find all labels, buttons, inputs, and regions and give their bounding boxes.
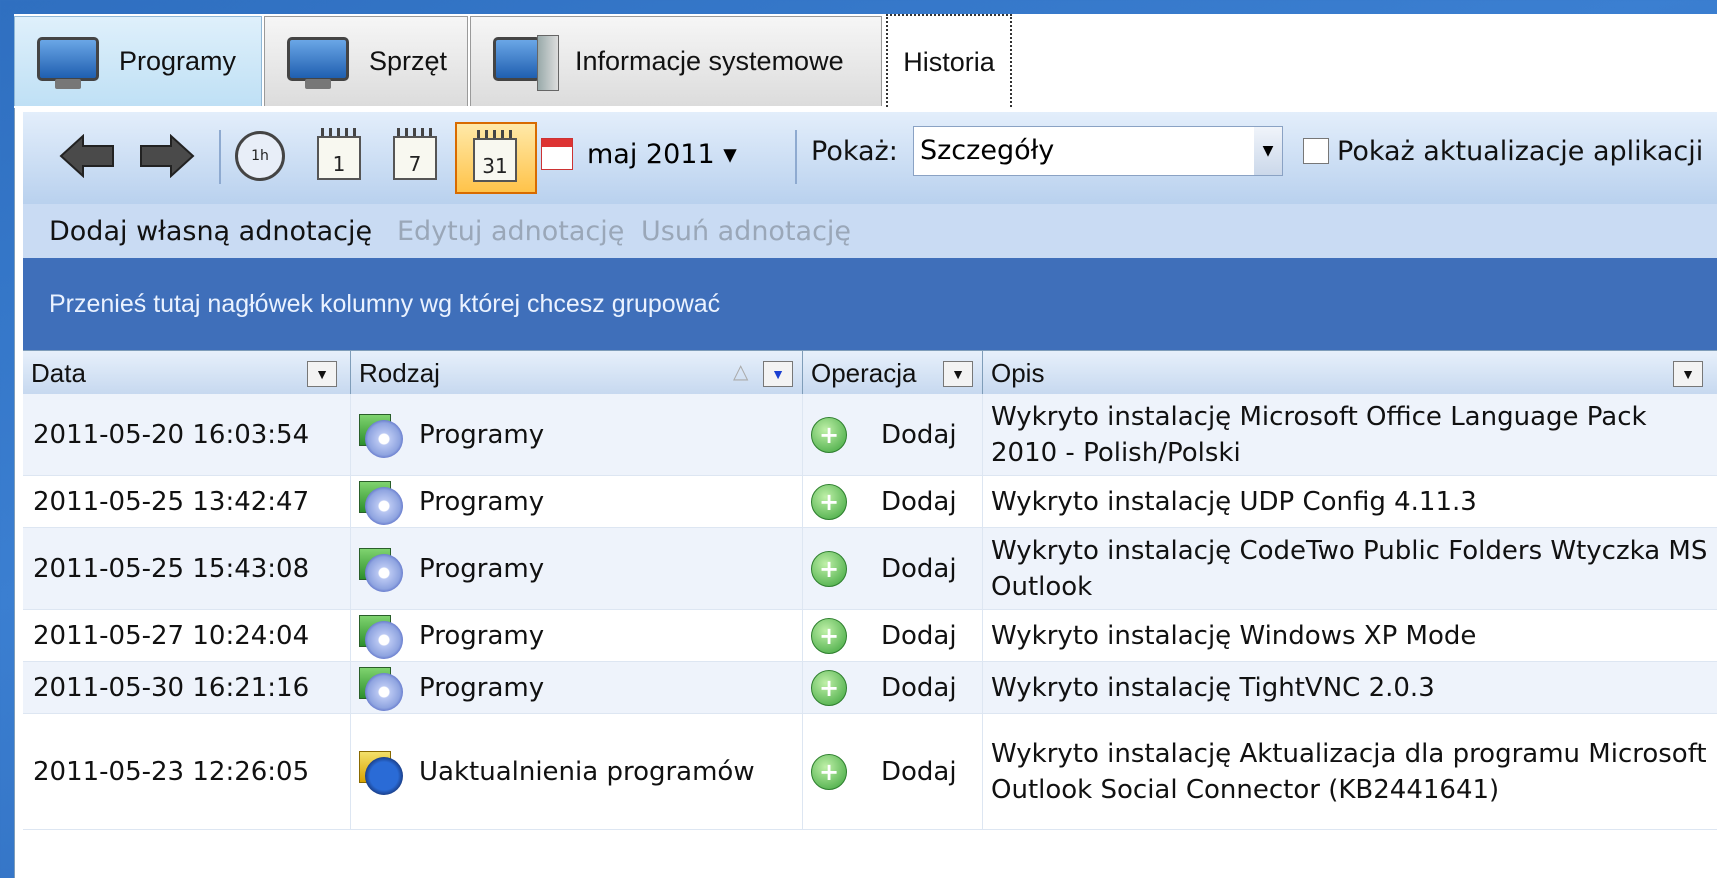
- kind-cell: Programy: [351, 610, 803, 661]
- monitor-icon: [287, 33, 349, 91]
- date-cell: 2011-05-23 12:26:05: [23, 714, 351, 829]
- toolbar-separator: [219, 130, 221, 184]
- kind-cell: Programy: [351, 394, 803, 475]
- computer-icon: [493, 33, 559, 91]
- filter-dropdown-icon[interactable]: ▼: [943, 361, 973, 387]
- column-header-operation[interactable]: Operacja ▼: [803, 351, 983, 395]
- description-cell: Wykryto instalację Windows XP Mode: [983, 610, 1717, 661]
- add-annotation-link[interactable]: Dodaj własną adnotację: [49, 216, 372, 247]
- program-install-icon: [359, 479, 405, 525]
- add-icon: +: [811, 617, 847, 654]
- show-label: Pokaż:: [811, 136, 898, 167]
- add-icon: +: [811, 550, 847, 587]
- table-row[interactable]: 2011-05-27 10:24:04 Programy + Dodaj Wyk…: [23, 610, 1717, 662]
- delete-annotation-link: Usuń adnotację: [641, 216, 852, 247]
- operation-cell: + Dodaj: [803, 662, 983, 713]
- date-cell: 2011-05-25 13:42:47: [23, 476, 351, 527]
- view-day-button[interactable]: 1: [315, 126, 365, 186]
- tab-informacje-systemowe[interactable]: Informacje systemowe: [470, 16, 882, 106]
- history-panel: 1h 1 7 31 maj 2011 ▾ Pokaż: Szczegóły ▼ …: [14, 108, 1717, 878]
- tab-label: Programy: [119, 46, 237, 76]
- tab-historia[interactable]: Historia: [886, 14, 1012, 110]
- operation-cell: + Dodaj: [803, 394, 983, 475]
- chevron-down-icon[interactable]: ▼: [1254, 127, 1282, 175]
- small-calendar-icon: [541, 138, 573, 170]
- add-icon: +: [811, 416, 847, 453]
- tab-label: Sprzęt: [369, 46, 448, 76]
- table-row[interactable]: 2011-05-25 13:42:47 Programy + Dodaj Wyk…: [23, 476, 1717, 528]
- column-header-description[interactable]: Opis ▼: [983, 351, 1717, 395]
- grid-header: Data ▼ Rodzaj △ ▼ Operacja ▼ Opis ▼: [23, 350, 1717, 396]
- date-cell: 2011-05-20 16:03:54: [23, 394, 351, 475]
- description-cell: Wykryto instalację Microsoft Office Lang…: [983, 394, 1717, 475]
- annotation-bar: Dodaj własną adnotację Edytuj adnotację …: [23, 204, 1717, 258]
- group-hint: Przenieś tutaj nagłówek kolumny wg które…: [49, 290, 721, 318]
- sort-ascending-icon: △: [733, 361, 749, 383]
- add-icon: +: [811, 669, 847, 706]
- kind-cell: Programy: [351, 662, 803, 713]
- program-install-icon: [359, 412, 405, 458]
- description-cell: Wykryto instalację TightVNC 2.0.3: [983, 662, 1717, 713]
- show-mode-value: Szczegóły: [920, 135, 1055, 166]
- show-mode-select[interactable]: Szczegóły ▼: [913, 126, 1283, 176]
- program-install-icon: [359, 613, 405, 659]
- clock-icon: 1h: [235, 131, 285, 181]
- show-updates-checkbox[interactable]: [1303, 138, 1329, 164]
- table-row[interactable]: 2011-05-20 16:03:54 Programy + Dodaj Wyk…: [23, 394, 1717, 476]
- view-week-button[interactable]: 7: [391, 126, 441, 186]
- calendar-month-icon: 31: [471, 130, 521, 186]
- table-row[interactable]: 2011-05-25 15:43:08 Programy + Dodaj Wyk…: [23, 528, 1717, 610]
- date-cell: 2011-05-25 15:43:08: [23, 528, 351, 609]
- operation-cell: + Dodaj: [803, 476, 983, 527]
- tab-strip: Programy Sprzęt Informacje systemowe His…: [14, 14, 1717, 110]
- date-cell: 2011-05-27 10:24:04: [23, 610, 351, 661]
- back-button[interactable]: [59, 126, 115, 186]
- filter-dropdown-icon[interactable]: ▼: [763, 361, 793, 387]
- kind-cell: Programy: [351, 476, 803, 527]
- calendar-day-icon: 1: [315, 128, 365, 184]
- operation-cell: + Dodaj: [803, 528, 983, 609]
- period-label: maj 2011 ▾: [587, 138, 737, 170]
- table-row[interactable]: 2011-05-23 12:26:05 Uaktualnienia progra…: [23, 714, 1717, 830]
- arrow-right-icon: [140, 134, 195, 178]
- view-month-button[interactable]: 31: [455, 122, 537, 194]
- tab-programy[interactable]: Programy: [14, 16, 262, 106]
- program-update-icon: [359, 749, 405, 795]
- period-selector[interactable]: maj 2011 ▾: [541, 132, 737, 176]
- view-hour-button[interactable]: 1h: [235, 126, 285, 186]
- edit-annotation-link: Edytuj adnotację: [397, 216, 625, 247]
- description-cell: Wykryto instalację Aktualizacja dla prog…: [983, 714, 1717, 829]
- column-header-date[interactable]: Data ▼: [23, 351, 351, 395]
- description-cell: Wykryto instalację UDP Config 4.11.3: [983, 476, 1717, 527]
- operation-cell: + Dodaj: [803, 610, 983, 661]
- date-cell: 2011-05-30 16:21:16: [23, 662, 351, 713]
- arrow-left-icon: [59, 134, 114, 178]
- kind-cell: Uaktualnienia programów: [351, 714, 803, 829]
- operation-cell: + Dodaj: [803, 714, 983, 829]
- table-row[interactable]: 2011-05-30 16:21:16 Programy + Dodaj Wyk…: [23, 662, 1717, 714]
- tab-label: Informacje systemowe: [575, 46, 844, 76]
- kind-cell: Programy: [351, 528, 803, 609]
- group-by-area[interactable]: Przenieś tutaj nagłówek kolumny wg które…: [23, 258, 1717, 350]
- filter-dropdown-icon[interactable]: ▼: [1673, 361, 1703, 387]
- program-install-icon: [359, 546, 405, 592]
- toolbar: 1h 1 7 31 maj 2011 ▾ Pokaż: Szczegóły ▼ …: [23, 112, 1717, 205]
- monitor-icon: [37, 33, 99, 91]
- tab-label: Historia: [903, 46, 995, 77]
- add-icon: +: [811, 483, 847, 520]
- forward-button[interactable]: [139, 126, 195, 186]
- show-updates-label: Pokaż aktualizacje aplikacji: [1337, 136, 1704, 167]
- calendar-week-icon: 7: [391, 128, 441, 184]
- program-install-icon: [359, 665, 405, 711]
- column-header-kind[interactable]: Rodzaj △ ▼: [351, 351, 803, 395]
- filter-dropdown-icon[interactable]: ▼: [307, 361, 337, 387]
- description-cell: Wykryto instalację CodeTwo Public Folder…: [983, 528, 1717, 609]
- tab-sprzet[interactable]: Sprzęt: [264, 16, 468, 106]
- add-icon: +: [811, 753, 847, 790]
- toolbar-separator: [795, 130, 797, 184]
